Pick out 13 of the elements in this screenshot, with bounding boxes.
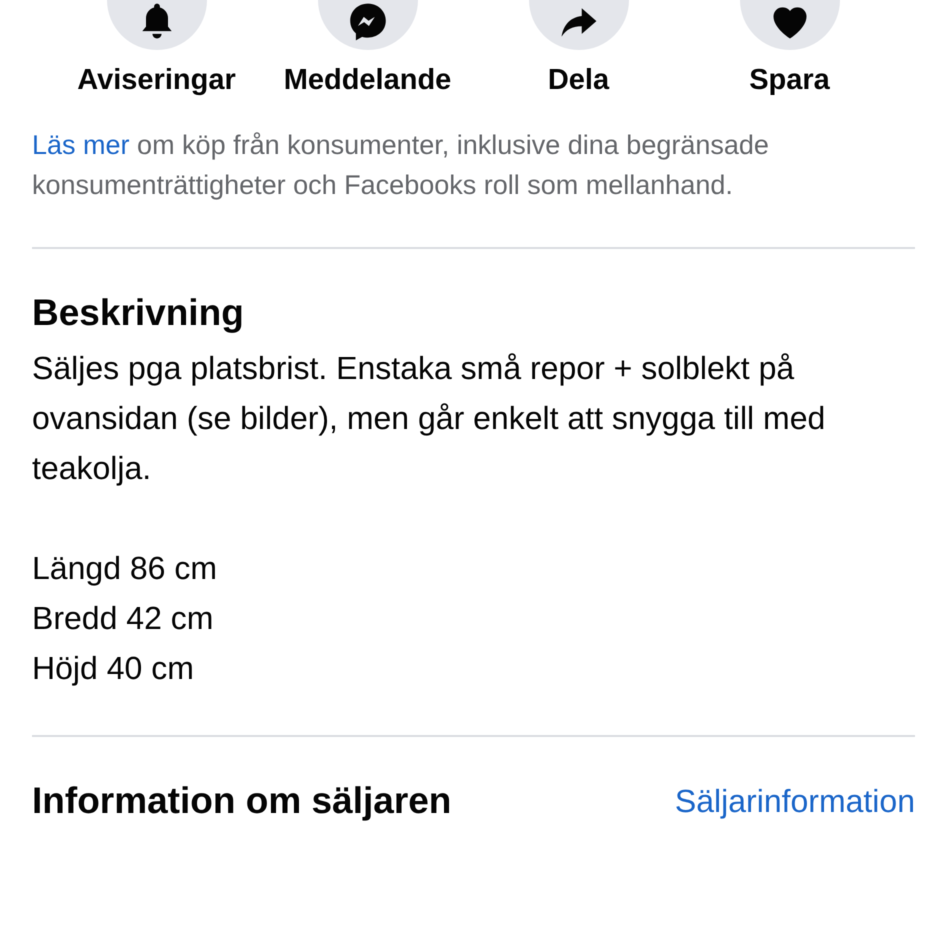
read-more-link[interactable]: Läs mer [32, 130, 130, 160]
consumer-notice: Läs mer om köp från konsumenter, inklusive dina begränsade konsumenträttigheter och Facebooks roll som mellanhand. [32, 129, 770, 202]
action-label: Meddelande [284, 64, 452, 97]
seller-info-link[interactable]: Säljarinformation [650, 777, 915, 825]
action-label: Spara [749, 64, 830, 97]
dimension-text: Bredd 42 cm [32, 599, 214, 638]
dimension-text: Längd 86 cm [32, 549, 218, 588]
action-label: Aviseringar [77, 64, 236, 97]
action-label: Dela [548, 64, 610, 97]
dimension-text: Höjd 40 cm [32, 649, 195, 688]
section-title: Information om säljaren [32, 779, 452, 823]
section-title: Beskrivning [32, 291, 245, 335]
description-text: Säljes pga platsbrist. Enstaka små repor + solblekt på ovansidan (se bilder), men går enkelt att snygga till med teakolja. [32, 349, 826, 488]
